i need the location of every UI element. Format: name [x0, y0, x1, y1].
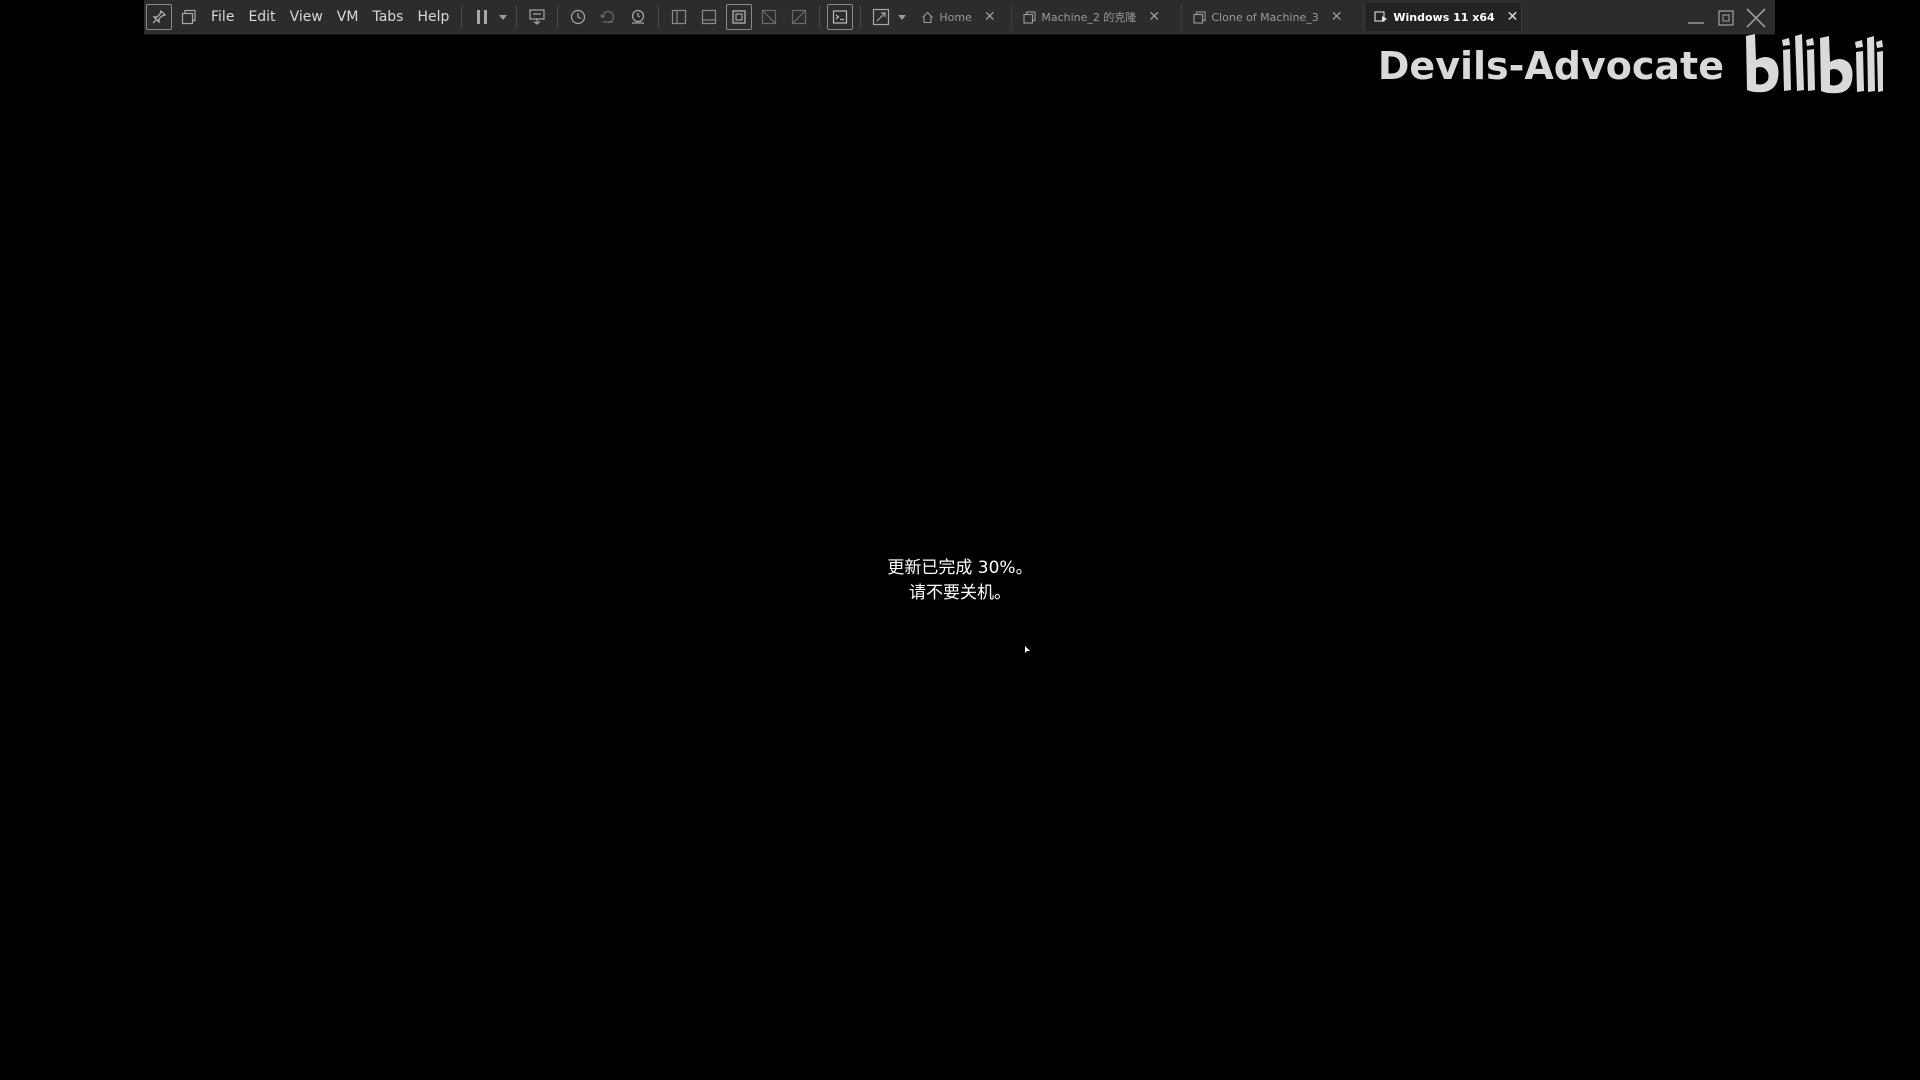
- show-sidebar-icon[interactable]: [666, 4, 692, 30]
- console-view-icon[interactable]: [827, 4, 854, 30]
- minimize-icon[interactable]: [1681, 3, 1711, 33]
- tab-label: Machine_2 的克隆: [1041, 11, 1137, 24]
- snapshot-take-icon[interactable]: [565, 4, 591, 30]
- menu-vm[interactable]: VM: [330, 0, 366, 35]
- tab-home[interactable]: Home ✕: [912, 3, 1013, 31]
- tab-label: Windows 11 x64: [1393, 10, 1495, 24]
- update-status: 更新已完成 30%。 请不要关机。: [0, 556, 1920, 606]
- update-warning-text: 请不要关机。: [909, 583, 1011, 603]
- vm-tab-icon: [1022, 10, 1036, 24]
- menu-file[interactable]: File: [204, 0, 241, 35]
- mouse-cursor-icon: [1025, 639, 1031, 658]
- pause-icon[interactable]: [469, 4, 495, 30]
- watermark: Devils-Advocate: [1378, 30, 1884, 102]
- watermark-text: Devils-Advocate: [1377, 44, 1724, 88]
- toolbar-separator: [860, 6, 862, 28]
- tab-clone-of-machine-3[interactable]: Clone of Machine_3 ✕: [1184, 3, 1365, 31]
- restore-icon[interactable]: [1711, 3, 1741, 33]
- close-tab-icon[interactable]: ✕: [984, 10, 996, 24]
- vm-running-tab-icon: [1374, 10, 1388, 24]
- pause-dropdown-icon[interactable]: [499, 14, 508, 20]
- library-icon[interactable]: [176, 4, 202, 30]
- close-icon[interactable]: [1741, 3, 1771, 33]
- toolbar-separator: [461, 6, 463, 28]
- tab-label: Home: [939, 10, 972, 24]
- update-progress-text: 更新已完成 30%。: [887, 558, 1033, 578]
- menu-help[interactable]: Help: [410, 0, 456, 35]
- show-thumbnail-bar-icon[interactable]: [696, 4, 722, 30]
- send-ctrl-alt-del-icon[interactable]: [524, 4, 550, 30]
- menu-edit[interactable]: Edit: [241, 0, 282, 35]
- tab-label: Clone of Machine_3: [1211, 10, 1319, 24]
- home-icon: [920, 10, 934, 24]
- toolbar-separator: [516, 6, 518, 28]
- toolbar-separator: [658, 6, 660, 28]
- toolbar-separator: [557, 6, 559, 28]
- fit-guest-icon[interactable]: [726, 4, 753, 30]
- menu-tabs[interactable]: Tabs: [365, 0, 410, 35]
- snapshot-manager-icon[interactable]: [625, 4, 651, 30]
- full-screen-icon[interactable]: [868, 4, 894, 30]
- bilibili-logo: [1742, 30, 1884, 102]
- tab-machine-2-clone[interactable]: Machine_2 的克隆 ✕: [1014, 3, 1183, 31]
- close-tab-icon[interactable]: ✕: [1331, 10, 1343, 24]
- close-tab-icon[interactable]: ✕: [1148, 10, 1160, 24]
- toolbar-separator: [819, 6, 821, 28]
- pin-icon[interactable]: [146, 4, 172, 30]
- vm-tab-icon: [1192, 10, 1206, 24]
- stretch-guest-icon[interactable]: [756, 4, 782, 30]
- full-screen-dropdown-icon[interactable]: [898, 14, 907, 20]
- autofit-guest-icon[interactable]: [786, 4, 812, 30]
- tab-windows-11-x64[interactable]: Windows 11 x64 ✕: [1366, 3, 1523, 31]
- close-tab-icon[interactable]: ✕: [1507, 10, 1519, 24]
- vm-screen[interactable]: File Edit View VM Tabs Help Home ✕ Machi…: [0, 0, 1920, 1080]
- snapshot-revert-icon[interactable]: [595, 4, 621, 30]
- menu-view[interactable]: View: [283, 0, 330, 35]
